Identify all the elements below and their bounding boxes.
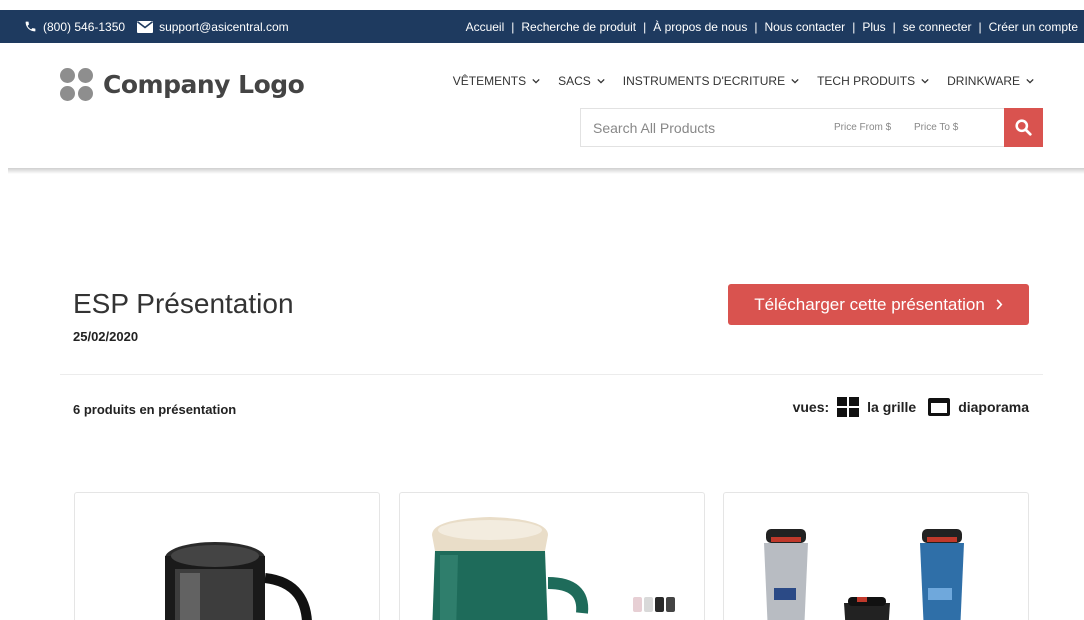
link-a-propos[interactable]: À propos de nous — [653, 20, 747, 34]
phone-icon — [25, 21, 36, 32]
search-icon — [1015, 119, 1032, 136]
link-create-account[interactable]: Créer un compte — [989, 20, 1078, 34]
chevron-down-icon — [597, 78, 605, 84]
nav-item-instruments-ecriture[interactable]: INSTRUMENTS D'ECRITURE — [623, 74, 799, 88]
link-accueil[interactable]: Accueil — [466, 20, 505, 34]
link-contact[interactable]: Nous contacter — [764, 20, 845, 34]
company-logo[interactable]: Company Logo — [60, 68, 305, 101]
chevron-down-icon — [1026, 78, 1034, 84]
chevron-down-icon — [921, 78, 929, 84]
chevron-down-icon — [532, 78, 540, 84]
link-recherche-produit[interactable]: Recherche de produit — [521, 20, 636, 34]
separator: | — [754, 19, 758, 34]
chevron-right-icon — [996, 299, 1003, 310]
nav-item-sacs[interactable]: SACS — [558, 74, 605, 88]
black-travel-mug-image — [165, 542, 312, 620]
phone-number[interactable]: (800) 546-1350 — [43, 20, 125, 34]
separator: | — [511, 19, 515, 34]
view-switcher: vues: la grille diaporama — [793, 397, 1029, 417]
grid-icon — [837, 397, 860, 417]
nav-label: VÊTEMENTS — [452, 74, 527, 88]
header-divider — [8, 168, 1084, 174]
link-plus[interactable]: Plus — [862, 20, 885, 34]
chevron-down-icon — [791, 78, 799, 84]
nav-item-tech-produits[interactable]: TECH PRODUITS — [817, 74, 929, 88]
search-input[interactable]: Search All Products — [593, 120, 715, 136]
nav-label: TECH PRODUITS — [817, 74, 916, 88]
product-count: 6 produits en présentation — [73, 402, 237, 417]
product-card[interactable] — [399, 492, 705, 620]
view-slideshow-option[interactable]: diaporama — [928, 398, 1029, 416]
section-divider — [60, 374, 1043, 375]
view-grid-label: la grille — [867, 399, 917, 415]
nav-label: DRINKWARE — [947, 74, 1020, 88]
presentation-date: 25/02/2020 — [73, 329, 139, 344]
logo-mark — [60, 68, 93, 101]
separator: | — [892, 19, 896, 34]
contact-info: (800) 546-1350 support@asicentral.com — [24, 10, 289, 43]
top-links: Accueil | Recherche de produit | À propo… — [466, 10, 1078, 43]
separator: | — [852, 19, 856, 34]
download-label: Télécharger cette présentation — [754, 294, 985, 314]
slideshow-icon — [928, 398, 951, 416]
views-label: vues: — [792, 399, 830, 415]
page-title: ESP Présentation — [73, 288, 294, 319]
nav-label: INSTRUMENTS D'ECRITURE — [622, 74, 786, 88]
price-from-input[interactable]: Price From $ — [834, 122, 891, 133]
envelope-icon — [137, 20, 154, 33]
nav-label: SACS — [558, 74, 591, 88]
support-email[interactable]: support@asicentral.com — [159, 20, 289, 34]
green-ceramic-mug-image — [432, 517, 675, 620]
separator: | — [978, 19, 982, 34]
search-button[interactable] — [1004, 108, 1043, 147]
download-presentation-button[interactable]: Télécharger cette présentation — [728, 284, 1029, 325]
search-bar: Search All Products Price From $ Price T… — [580, 108, 1004, 147]
product-card[interactable] — [723, 492, 1029, 620]
nav-item-vetements[interactable]: VÊTEMENTS — [453, 74, 540, 88]
main-nav: VÊTEMENTS SACS INSTRUMENTS D'ECRITURE TE… — [453, 74, 1034, 88]
top-bar: (800) 546-1350 support@asicentral.com Ac… — [0, 10, 1084, 43]
price-to-input[interactable]: Price To $ — [914, 122, 958, 133]
separator: | — [643, 19, 647, 34]
link-login[interactable]: se connecter — [903, 20, 972, 34]
product-card[interactable] — [74, 492, 380, 620]
tumbler-set-image — [764, 529, 964, 620]
logo-text: Company Logo — [103, 70, 305, 99]
view-grid-option[interactable]: la grille — [837, 397, 916, 417]
view-slideshow-label: diaporama — [958, 399, 1029, 415]
nav-item-drinkware[interactable]: DRINKWARE — [947, 74, 1034, 88]
